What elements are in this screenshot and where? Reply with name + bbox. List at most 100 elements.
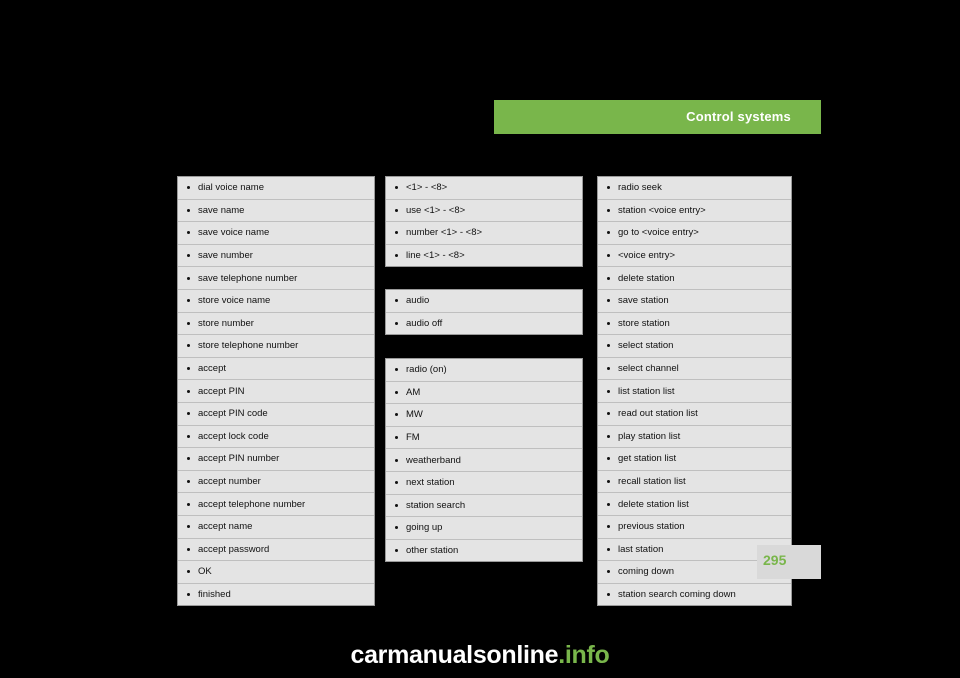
bullet-icon [607, 412, 610, 416]
bullet-icon [187, 321, 190, 325]
bullet-icon [395, 299, 398, 303]
list-item-label: delete station list [618, 498, 689, 510]
list-item-label: save station [618, 295, 669, 307]
list-item: audio [386, 290, 582, 313]
list-item-label: accept password [198, 543, 270, 555]
list-item: play station list [598, 426, 791, 449]
list-item-label: other station [406, 545, 459, 557]
list-item-label: accept PIN code [198, 408, 268, 420]
command-list: <1> - <8> use <1> - <8> number <1> - <8>… [386, 177, 582, 266]
bullet-icon [187, 367, 190, 371]
bullet-icon [187, 186, 190, 190]
list-item-label: <voice entry> [618, 250, 676, 262]
list-item-label: number <1> - <8> [406, 227, 483, 239]
list-item-label: select station [618, 340, 674, 352]
bullet-icon [607, 525, 610, 529]
list-item-label: store voice name [198, 295, 271, 307]
list-item-label: save telephone number [198, 272, 298, 284]
list-item-label: accept PIN [198, 385, 245, 397]
list-item-label: delete station [618, 272, 675, 284]
list-item: <voice entry> [598, 245, 791, 268]
list-item-label: station search [406, 499, 466, 511]
bullet-icon [395, 186, 398, 190]
list-item-label: store telephone number [198, 340, 299, 352]
list-item: use <1> - <8> [386, 200, 582, 223]
bullet-icon [187, 457, 190, 461]
list-item: go to <voice entry> [598, 222, 791, 245]
bullet-icon [607, 547, 610, 551]
list-item-label: recall station list [618, 476, 686, 488]
list-item-label: accept lock code [198, 430, 269, 442]
list-item: delete station list [598, 493, 791, 516]
list-item: save station [598, 290, 791, 313]
bullet-icon [395, 526, 398, 530]
list-item-label: next station [406, 477, 455, 489]
bullet-icon [187, 434, 190, 438]
list-item: accept telephone number [178, 493, 374, 516]
list-item: radio (on) [386, 359, 582, 382]
bullet-icon [395, 254, 398, 258]
list-item-label: last station [618, 543, 664, 555]
list-item: read out station list [598, 403, 791, 426]
bullet-icon [395, 503, 398, 507]
list-item: OK [178, 561, 374, 584]
bullet-icon [607, 254, 610, 258]
list-item: save number [178, 245, 374, 268]
watermark-main: carmanualsonline [350, 641, 559, 669]
list-item-label: radio seek [618, 182, 662, 194]
list-item: going up [386, 517, 582, 540]
list-item: station search [386, 495, 582, 518]
list-item: audio off [386, 313, 582, 335]
list-item-label: go to <voice entry> [618, 227, 699, 239]
list-item: store telephone number [178, 335, 374, 358]
command-list: audio audio off [386, 290, 582, 334]
list-item-label: store station [618, 317, 670, 329]
list-item-label: save number [198, 250, 253, 262]
list-item-label: OK [198, 566, 212, 578]
list-item: weatherband [386, 449, 582, 472]
bullet-icon [187, 412, 190, 416]
list-item-label: use <1> - <8> [406, 204, 466, 216]
page-number: 295 [763, 552, 787, 568]
list-item: other station [386, 540, 582, 562]
bullet-icon [607, 434, 610, 438]
list-item-label: FM [406, 432, 420, 444]
list-item-label: get station list [618, 453, 677, 465]
list-item: get station list [598, 448, 791, 471]
bullet-icon [187, 344, 190, 348]
bullet-icon [187, 231, 190, 235]
list-item: radio seek [598, 177, 791, 200]
list-item-label: save name [198, 204, 245, 216]
command-list: radio seek station <voice entry> go to <… [598, 177, 791, 605]
bullet-icon [607, 389, 610, 393]
bullet-icon [187, 208, 190, 212]
list-item: AM [386, 382, 582, 405]
bullet-icon [187, 502, 190, 506]
list-item: station <voice entry> [598, 200, 791, 223]
list-item: delete station [598, 267, 791, 290]
header-bar: Control systems [494, 100, 821, 134]
bullet-icon [187, 254, 190, 258]
bullet-icon [607, 480, 610, 484]
bullet-icon [607, 321, 610, 325]
command-list: radio (on) AM MW FM weatherband next sta… [386, 359, 582, 561]
list-item: next station [386, 472, 582, 495]
list-item: accept PIN code [178, 403, 374, 426]
list-item-label: accept name [198, 521, 253, 533]
list-item: previous station [598, 516, 791, 539]
bullet-icon [607, 186, 610, 190]
list-item-label: list station list [618, 385, 675, 397]
bullet-icon [607, 367, 610, 371]
list-item-label: select channel [618, 363, 679, 375]
list-item-label: coming down [618, 566, 674, 578]
bullet-icon [395, 208, 398, 212]
bullet-icon [187, 276, 190, 280]
footer-watermark: carmanualsonline.info [0, 641, 960, 670]
list-item: <1> - <8> [386, 177, 582, 200]
bullet-icon [395, 458, 398, 462]
list-item: store number [178, 313, 374, 336]
list-item-label: <1> - <8> [406, 182, 448, 194]
bullet-icon [395, 231, 398, 235]
list-item: line <1> - <8> [386, 245, 582, 267]
bullet-icon [395, 413, 398, 417]
